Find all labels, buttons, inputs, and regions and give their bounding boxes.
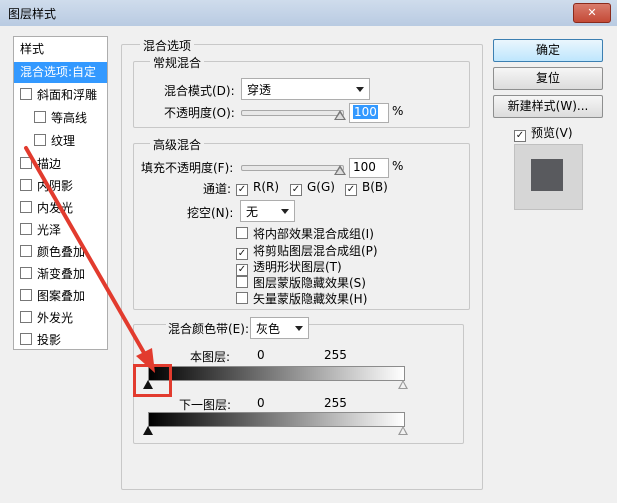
annotation-arrow-icon [24, 146, 155, 373]
annotation-highlight-box [133, 364, 172, 397]
